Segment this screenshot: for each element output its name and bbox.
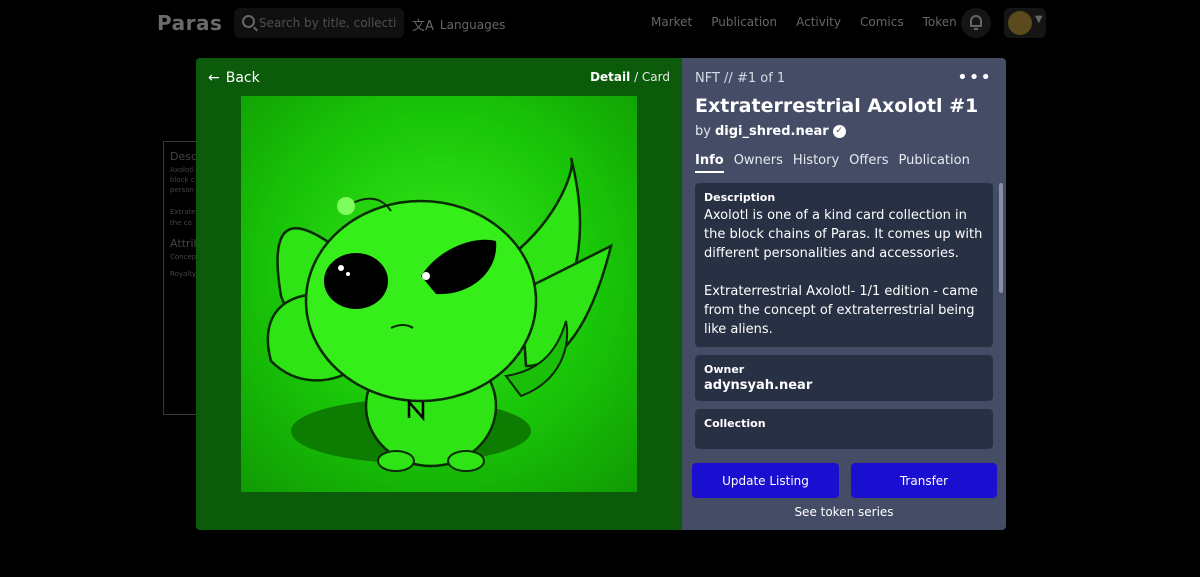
creator-link[interactable]: digi_shred.near — [715, 124, 829, 139]
back-button[interactable]: ← Back — [208, 70, 260, 86]
nav-token[interactable]: Token — [923, 15, 957, 29]
owner-value[interactable]: adynsyah.near — [704, 378, 984, 393]
languages-menu[interactable]: 文A Languages — [412, 15, 506, 35]
back-label: Back — [225, 70, 260, 86]
search-bar[interactable] — [234, 8, 404, 38]
creator-line: by digi_shred.near ✓ — [695, 124, 846, 139]
nft-edition-label: NFT // #1 of 1 — [695, 71, 786, 86]
tab-info[interactable]: Info — [695, 153, 724, 173]
bg-card-line: Desc — [170, 150, 198, 163]
view-detail-toggle[interactable]: Detail — [590, 70, 630, 84]
token-title: Extraterrestrial Axolotl #1 — [695, 95, 979, 117]
artwork-panel: ← Back Detail / Card — [196, 58, 682, 530]
description-text: Axolotl is one of a kind card collection… — [704, 208, 983, 337]
search-icon — [242, 15, 255, 28]
paras-logo[interactable]: Paras — [157, 11, 222, 35]
view-toggle: Detail / Card — [590, 70, 670, 84]
tab-offers[interactable]: Offers — [849, 153, 888, 173]
nav-comics[interactable]: Comics — [860, 15, 904, 29]
collection-label: Collection — [704, 417, 766, 430]
bg-card-line: Concep — [170, 253, 197, 261]
notifications-button[interactable] — [961, 8, 991, 38]
background-description-card: Desc Axolotl block c person Extrate the … — [163, 141, 198, 415]
tab-publication[interactable]: Publication — [898, 153, 969, 173]
nft-artwork[interactable] — [241, 96, 637, 492]
token-info-panel: NFT // #1 of 1 ••• Extraterrestrial Axol… — [682, 58, 1006, 530]
update-listing-button[interactable]: Update Listing — [692, 463, 839, 498]
main-nav: Market Publication Activity Comics Token — [651, 15, 957, 29]
info-scroll-area[interactable]: Description Axolotl is one of a kind car… — [695, 183, 993, 458]
languages-label: Languages — [439, 17, 506, 32]
tab-history[interactable]: History — [793, 153, 839, 173]
description-label: Description — [704, 191, 776, 204]
token-detail-modal: ← Back Detail / Card NFT // #1 of 1 ••• … — [196, 58, 1006, 530]
avatar — [1008, 11, 1032, 35]
nav-activity[interactable]: Activity — [796, 15, 841, 29]
more-options-icon[interactable]: ••• — [957, 67, 992, 88]
bg-card-line: Attrib — [170, 237, 198, 250]
bg-card-line: block c — [170, 176, 195, 184]
nav-publication[interactable]: Publication — [711, 15, 777, 29]
bg-card-line: Extrate — [170, 208, 196, 216]
by-prefix: by — [695, 124, 711, 139]
detail-tabs: Info Owners History Offers Publication — [695, 153, 970, 173]
see-token-series-link[interactable]: See token series — [682, 505, 1006, 519]
scrollbar[interactable] — [999, 183, 1003, 293]
verified-icon: ✓ — [832, 125, 846, 138]
view-toggle-separator: / — [630, 70, 642, 84]
axolotl-illustration — [266, 157, 613, 472]
bg-card-line: the co — [170, 219, 192, 227]
bell-icon — [970, 15, 982, 30]
bg-card-line: person — [170, 186, 194, 194]
chevron-down-icon: ▼ — [1035, 14, 1043, 25]
collection-box: Collection — [695, 409, 993, 449]
top-navigation: Paras 文A Languages Market Publication Ac… — [0, 0, 1200, 46]
tab-owners[interactable]: Owners — [734, 153, 783, 173]
transfer-button[interactable]: Transfer — [851, 463, 997, 498]
owner-label: Owner — [704, 363, 745, 376]
owner-box: Owner adynsyah.near — [695, 355, 993, 401]
nav-market[interactable]: Market — [651, 15, 692, 29]
description-box: Description Axolotl is one of a kind car… — [695, 183, 993, 347]
translate-icon: 文A — [412, 19, 434, 34]
arrow-left-icon: ← — [208, 70, 220, 86]
bg-card-line: Axolotl — [170, 166, 194, 174]
search-input[interactable] — [259, 8, 399, 38]
bg-card-line: Royalty — [170, 270, 197, 278]
account-menu[interactable]: ▼ — [1004, 8, 1046, 38]
view-card-toggle[interactable]: Card — [642, 70, 670, 84]
